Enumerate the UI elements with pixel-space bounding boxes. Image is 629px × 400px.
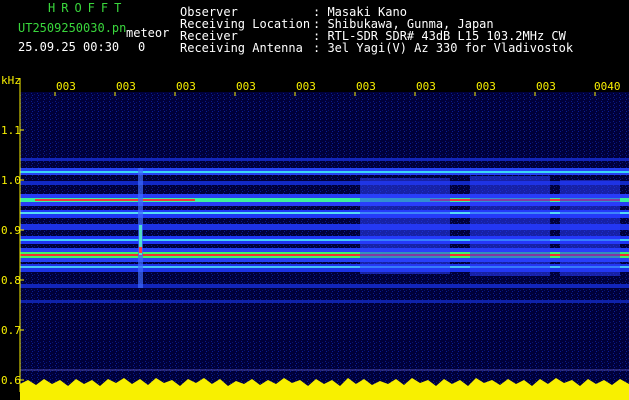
- time-tick-label: 003: [356, 80, 376, 93]
- spectrogram-plot: kHz 1.1 1.0 0.9 0.8 0.7 0.6 003 003 003 …: [1, 74, 629, 400]
- y-tick-label: 0.7: [1, 324, 21, 337]
- band-960-red: [35, 199, 195, 201]
- noise-speckles: [360, 176, 620, 276]
- time-tick-label: 003: [236, 80, 256, 93]
- y-tick-label: 0.8: [1, 274, 21, 287]
- y-tick-label: 1.1: [1, 124, 21, 137]
- detector-label: meteor: [126, 26, 170, 40]
- antenna-label: Receiving Antenna: [180, 41, 303, 55]
- y-axis-unit: kHz: [1, 74, 21, 87]
- time-tick-label: 003: [416, 80, 436, 93]
- y-tick-label: 0.9: [1, 224, 21, 237]
- file-name: UT2509250030.pn: [18, 21, 127, 35]
- y-tick-label: 0.6: [1, 374, 21, 387]
- y-tick-label: 1.0: [1, 174, 21, 187]
- time-tick-label: 003: [56, 80, 76, 93]
- hrofft-logo: HROFFT: [48, 1, 128, 15]
- time-tick-label: 003: [176, 80, 196, 93]
- time-tick-label: 0040: [594, 80, 621, 93]
- band-760: [20, 300, 629, 303]
- antenna-value: : 3el Yagi(V) Az 330 for Vladivostok: [313, 41, 574, 55]
- hrofft-spectrogram-window: kHz 1.1 1.0 0.9 0.8 0.7 0.6 003 003 003 …: [0, 0, 629, 400]
- time-tick-label: 003: [476, 80, 496, 93]
- time-tick-label: 003: [536, 80, 556, 93]
- detection-count: 0: [138, 40, 146, 54]
- band-800: [20, 284, 629, 288]
- meteor-streak: [138, 168, 143, 288]
- time-tick-label: 003: [296, 80, 316, 93]
- time-tick-label: 003: [116, 80, 136, 93]
- date-time: 25.09.25 00:30: [18, 40, 120, 54]
- band-1030: [20, 158, 629, 161]
- band-990: [20, 171, 629, 173]
